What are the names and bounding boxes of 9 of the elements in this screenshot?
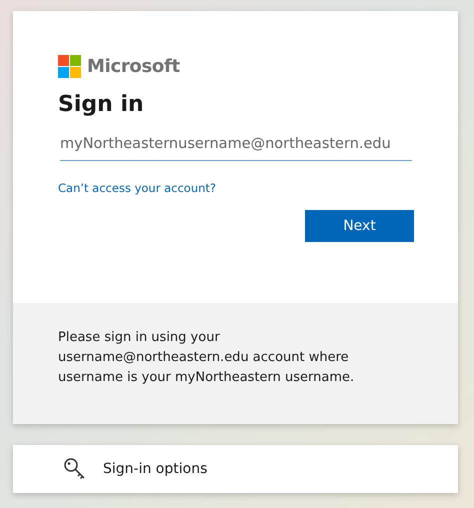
logo-icon — [58, 55, 81, 78]
info-text: Please sign in using your username@northeastern.edu account where username is your myNortheastern username. — [58, 329, 356, 387]
key-icon — [63, 457, 87, 481]
logo-text: Microsoft — [87, 56, 180, 77]
page-title: Sign in — [58, 92, 145, 117]
next-button[interactable]: Next — [305, 210, 414, 242]
help-link[interactable]: Can’t access your account? — [58, 181, 216, 195]
sign-in-options-button[interactable]: Sign-in options — [13, 445, 458, 493]
email-field[interactable]: myNortheasternusername@northeastern.edu — [60, 127, 412, 161]
